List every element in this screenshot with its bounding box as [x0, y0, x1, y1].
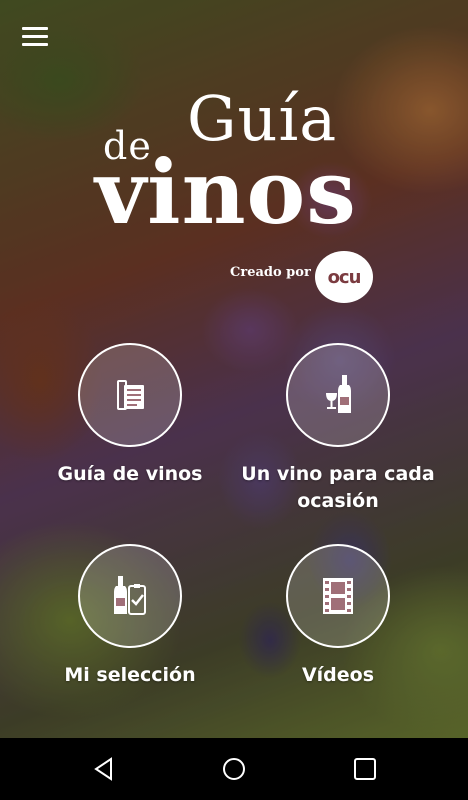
bottle-checklist-icon: [114, 576, 146, 615]
book-list-icon: [117, 380, 144, 410]
tile-mi-seleccion[interactable]: Mi selección: [28, 544, 232, 689]
tile-label: Vídeos: [301, 664, 375, 686]
logo-vinos: vinos: [95, 140, 357, 244]
back-icon[interactable]: [91, 756, 117, 782]
tile-circle: [286, 544, 390, 648]
hamburger-menu-icon[interactable]: [22, 26, 50, 48]
bottle-glass-icon: [326, 375, 351, 413]
created-by-label: Creado por: [230, 265, 311, 280]
ocu-logo: ocu: [315, 251, 373, 303]
tile-label: Un vino para cada ocasión: [241, 463, 435, 512]
recents-icon[interactable]: [352, 756, 378, 782]
tile-circle: [78, 544, 182, 648]
home-icon[interactable]: [221, 756, 247, 782]
system-navigation-bar: [0, 738, 468, 800]
film-icon: [323, 578, 353, 614]
tile-videos[interactable]: Vídeos: [236, 544, 440, 689]
tile-circle: [286, 343, 390, 447]
tile-circle: [78, 343, 182, 447]
tile-label: Mi selección: [64, 664, 196, 686]
tile-un-vino-para-cada-ocasion[interactable]: Un vino para cada ocasión: [236, 343, 440, 515]
app-logo: de Guía vinos: [95, 82, 385, 244]
tile-guia-de-vinos[interactable]: Guía de vinos: [28, 343, 232, 488]
tile-label: Guía de vinos: [57, 463, 203, 485]
